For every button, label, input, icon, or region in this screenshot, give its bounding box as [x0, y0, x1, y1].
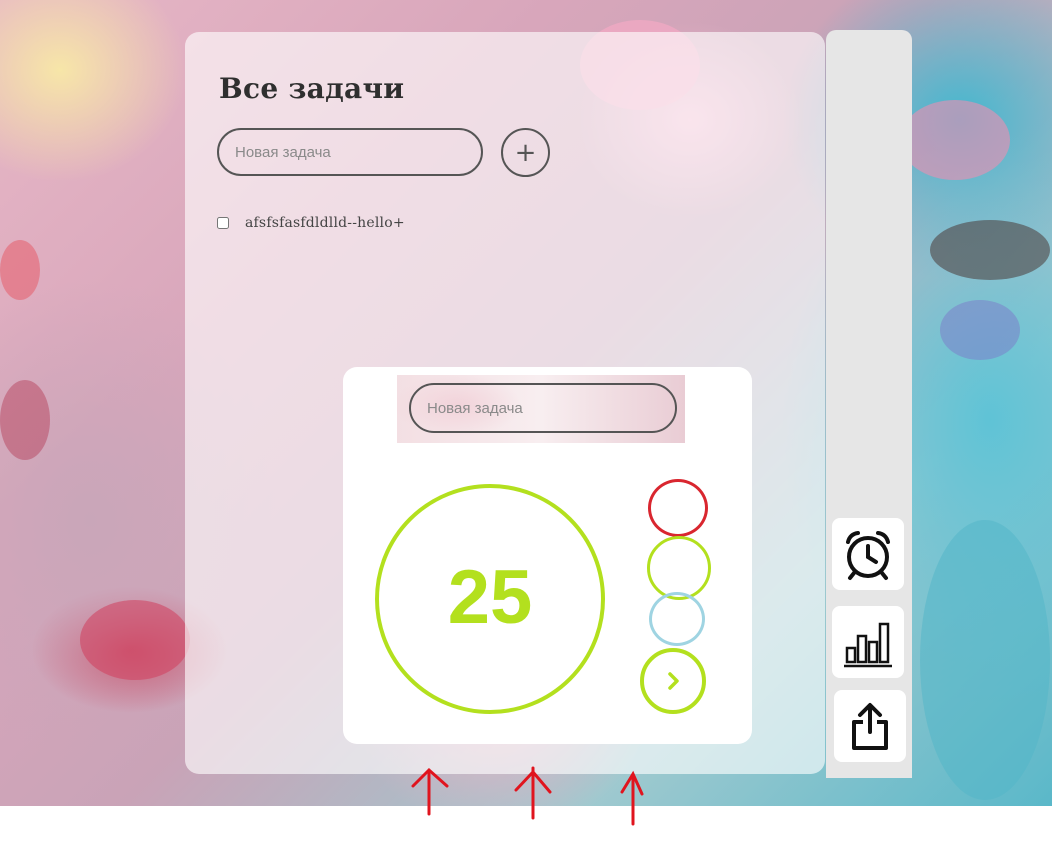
- side-toolbar: [826, 30, 912, 778]
- list-item: afsfsfasfdldlld--hello+: [217, 215, 405, 231]
- task-checkbox[interactable]: [217, 217, 229, 229]
- arrow-up-icon: [514, 766, 552, 820]
- mode-break-button[interactable]: [649, 592, 705, 646]
- statistics-button[interactable]: [832, 606, 904, 678]
- page-title: Все задачи: [219, 72, 405, 105]
- next-button[interactable]: [640, 648, 706, 714]
- new-task-input[interactable]: [217, 128, 483, 176]
- arrow-up-icon: [411, 767, 449, 816]
- chevron-right-icon: [668, 672, 679, 690]
- bar-chart-icon: [844, 622, 892, 668]
- task-label: afsfsfasfdldlld--hello+: [245, 215, 405, 231]
- add-task-button[interactable]: +: [501, 128, 550, 177]
- alarm-clock-icon: [846, 531, 890, 580]
- share-button[interactable]: [834, 690, 906, 762]
- timer-ring: 25: [375, 484, 605, 714]
- arrow-up-icon: [620, 770, 644, 826]
- timer-value: 25: [447, 554, 533, 640]
- mode-focus-button[interactable]: [647, 536, 711, 600]
- popup-task-input[interactable]: [409, 383, 677, 433]
- mode-work-button[interactable]: [648, 479, 708, 537]
- share-icon: [852, 703, 888, 750]
- timer-popup: 25: [343, 367, 752, 744]
- timer-button[interactable]: [832, 518, 904, 590]
